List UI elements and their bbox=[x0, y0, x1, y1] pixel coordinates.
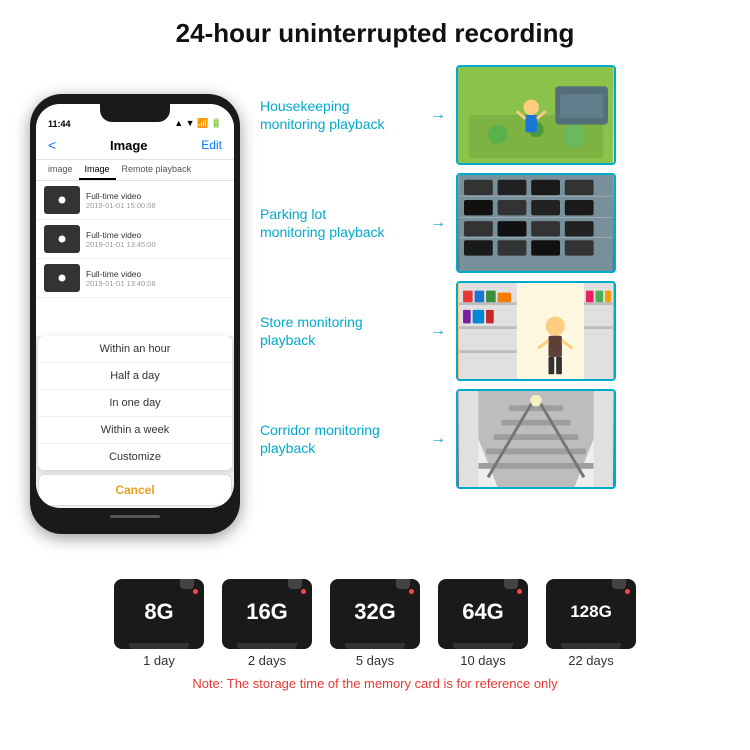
parking-label: Parking lotmonitoring playback bbox=[260, 205, 420, 241]
sd-card-label-32g: 32G bbox=[354, 599, 396, 625]
item-title: Full-time video bbox=[86, 191, 226, 201]
sd-card-notch bbox=[504, 579, 518, 589]
sd-days-64g: 10 days bbox=[460, 653, 506, 668]
phone-home-bar bbox=[36, 508, 234, 524]
phone-device: 11:44 ▲ ▼ 📶 🔋 < Image Edit image Image R… bbox=[30, 94, 240, 534]
phone-tab-remote[interactable]: Remote playback bbox=[116, 160, 198, 180]
phone-list: Full-time video 2019-01-01 15:00:08 Full… bbox=[36, 181, 234, 336]
phone-notch bbox=[100, 104, 170, 122]
sd-card-group-16g: 16G 2 days bbox=[222, 579, 312, 668]
sd-card-group-32g: 32G 5 days bbox=[330, 579, 420, 668]
phone-back[interactable]: < bbox=[48, 137, 56, 153]
video-thumb bbox=[44, 186, 80, 214]
sd-card-128g: 128G bbox=[546, 579, 636, 649]
sd-card-group-64g: 64G 10 days bbox=[438, 579, 528, 668]
dropdown-item-customize[interactable]: Customize bbox=[38, 444, 232, 470]
storage-section: 8G 1 day 16G 2 days 32G 5 days bbox=[0, 569, 750, 691]
sd-card-dot bbox=[193, 589, 198, 594]
right-panel: Housekeepingmonitoring playback → bbox=[260, 59, 730, 569]
sd-days-8g: 1 day bbox=[143, 653, 175, 668]
phone-time: 11:44 bbox=[48, 119, 71, 129]
sd-card-label-128g: 128G bbox=[570, 602, 612, 622]
header: 24-hour uninterrupted recording bbox=[0, 0, 750, 59]
sd-card-dot bbox=[625, 589, 630, 594]
dropdown-item-week[interactable]: Within a week bbox=[38, 417, 232, 444]
phone-tab-image[interactable]: image bbox=[42, 160, 79, 180]
list-item: Full-time video 2019-01-01 13:45:00 bbox=[36, 220, 234, 259]
storage-note: Note: The storage time of the memory car… bbox=[20, 676, 730, 691]
phone-icons: ▲ ▼ 📶 🔋 bbox=[174, 118, 222, 129]
item-info: Full-time video 2019-01-01 13:40:08 bbox=[86, 269, 226, 288]
phone-cancel-button[interactable]: Cancel bbox=[38, 474, 232, 506]
corridor-label: Corridor monitoringplayback bbox=[260, 421, 420, 457]
sd-card-label-64g: 64G bbox=[462, 599, 504, 625]
sd-days-16g: 2 days bbox=[248, 653, 286, 668]
item-date: 2019-01-01 13:45:00 bbox=[86, 240, 226, 249]
sd-card-dot bbox=[409, 589, 414, 594]
housekeeping-label: Housekeepingmonitoring playback bbox=[260, 97, 420, 133]
sd-card-32g: 32G bbox=[330, 579, 420, 649]
monitoring-housekeeping: Housekeepingmonitoring playback → bbox=[260, 65, 730, 165]
sd-days-128g: 22 days bbox=[568, 653, 614, 668]
sd-card-notch bbox=[288, 579, 302, 589]
video-thumb bbox=[44, 264, 80, 292]
phone-screen-title: Image bbox=[110, 138, 148, 153]
dropdown-item-one-day[interactable]: In one day bbox=[38, 390, 232, 417]
page-title: 24-hour uninterrupted recording bbox=[20, 18, 730, 49]
phone-tab-image2[interactable]: Image bbox=[79, 160, 116, 180]
phone-nav: < Image Edit bbox=[36, 133, 234, 160]
sd-card-notch bbox=[396, 579, 410, 589]
sd-card-8g: 8G bbox=[114, 579, 204, 649]
item-date: 2019-01-01 15:00:08 bbox=[86, 201, 226, 210]
item-date: 2019-01-01 13:40:08 bbox=[86, 279, 226, 288]
corridor-image bbox=[456, 389, 616, 489]
monitoring-store: Store monitoringplayback → bbox=[260, 281, 730, 381]
list-item: Full-time video 2019-01-01 13:40:08 bbox=[36, 259, 234, 298]
dropdown-item-half-day[interactable]: Half a day bbox=[38, 363, 232, 390]
phone-edit[interactable]: Edit bbox=[201, 138, 222, 152]
sd-card-label-8g: 8G bbox=[144, 599, 173, 625]
item-info: Full-time video 2019-01-01 13:45:00 bbox=[86, 230, 226, 249]
item-info: Full-time video 2019-01-01 15:00:08 bbox=[86, 191, 226, 210]
phone-wrapper: 11:44 ▲ ▼ 📶 🔋 < Image Edit image Image R… bbox=[20, 59, 250, 569]
arrow-icon: → bbox=[430, 322, 446, 340]
sd-card-dot bbox=[517, 589, 522, 594]
item-title: Full-time video bbox=[86, 230, 226, 240]
phone-tabs: image Image Remote playback bbox=[36, 160, 234, 181]
arrow-icon: → bbox=[430, 214, 446, 232]
dropdown-item-within-hour[interactable]: Within an hour bbox=[38, 336, 232, 363]
sd-card-group-128g: 128G 22 days bbox=[546, 579, 636, 668]
sd-card-dot bbox=[301, 589, 306, 594]
store-image bbox=[456, 281, 616, 381]
sd-card-notch bbox=[612, 579, 626, 589]
arrow-icon: → bbox=[430, 106, 446, 124]
item-title: Full-time video bbox=[86, 269, 226, 279]
monitoring-corridor: Corridor monitoringplayback → bbox=[260, 389, 730, 489]
video-thumb bbox=[44, 225, 80, 253]
arrow-icon: → bbox=[430, 430, 446, 448]
parking-image bbox=[456, 173, 616, 273]
store-label: Store monitoringplayback bbox=[260, 313, 420, 349]
phone-screen: 11:44 ▲ ▼ 📶 🔋 < Image Edit image Image R… bbox=[36, 104, 234, 508]
list-item: Full-time video 2019-01-01 15:00:08 bbox=[36, 181, 234, 220]
storage-cards: 8G 1 day 16G 2 days 32G 5 days bbox=[20, 579, 730, 668]
monitoring-parking: Parking lotmonitoring playback → bbox=[260, 173, 730, 273]
sd-card-64g: 64G bbox=[438, 579, 528, 649]
sd-card-group-8g: 8G 1 day bbox=[114, 579, 204, 668]
phone-dropdown: Within an hour Half a day In one day Wit… bbox=[38, 336, 232, 470]
housekeeping-image bbox=[456, 65, 616, 165]
sd-card-label-16g: 16G bbox=[246, 599, 288, 625]
sd-card-16g: 16G bbox=[222, 579, 312, 649]
sd-days-32g: 5 days bbox=[356, 653, 394, 668]
sd-card-notch bbox=[180, 579, 194, 589]
home-bar-line bbox=[110, 515, 160, 518]
main-content: 11:44 ▲ ▼ 📶 🔋 < Image Edit image Image R… bbox=[0, 59, 750, 569]
